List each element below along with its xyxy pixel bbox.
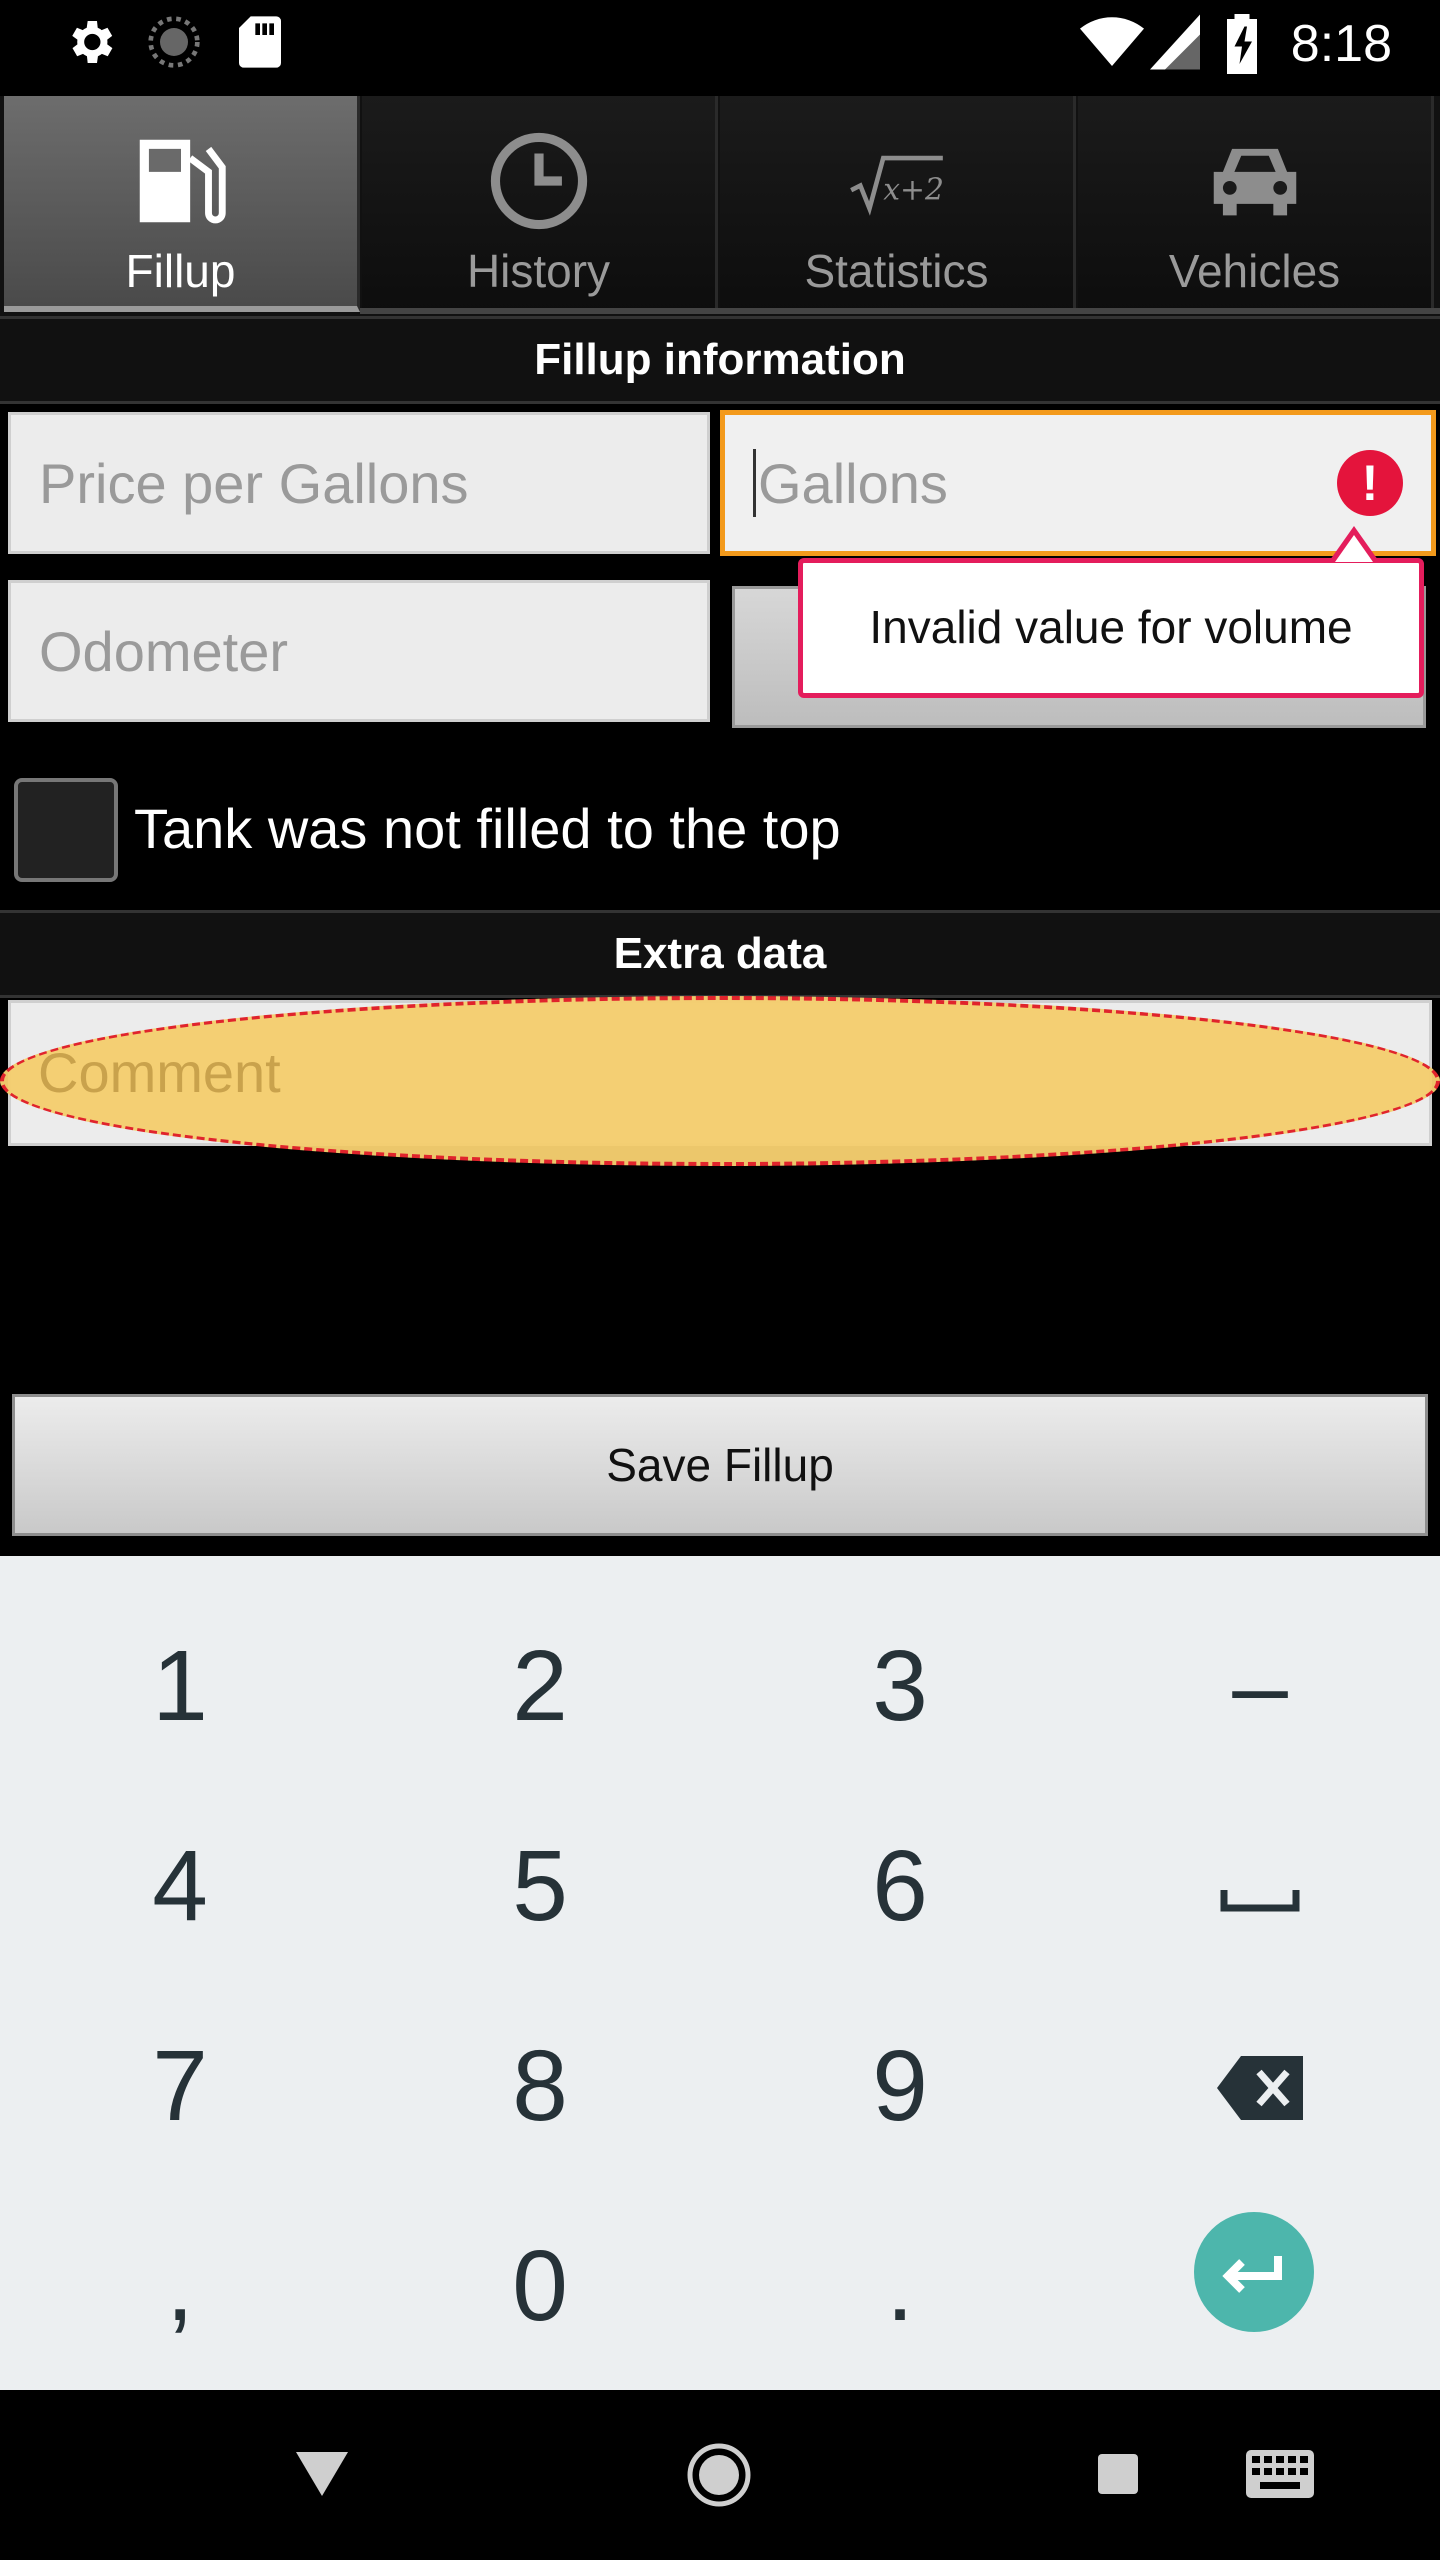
clock-icon (490, 132, 587, 230)
key-1[interactable]: 1 (0, 1586, 360, 1786)
wifi-icon (1080, 17, 1144, 66)
error-icon: ! (1337, 450, 1403, 516)
home-icon[interactable] (686, 2442, 752, 2508)
partial-fill-checkbox[interactable] (14, 778, 118, 882)
key-2[interactable]: 2 (360, 1586, 720, 1786)
error-tooltip: Invalid value for volume (798, 558, 1424, 698)
tab-label: Fillup (125, 245, 236, 297)
key-0[interactable]: 0 (360, 2186, 720, 2386)
section-header-extra: Extra data (0, 910, 1440, 998)
tab-label: History (466, 245, 611, 297)
tab-vehicles[interactable]: Vehicles (1078, 96, 1434, 312)
tab-bar: Fillup History x+2 Statistics Vehicles (0, 96, 1440, 318)
sd-card-icon (239, 16, 281, 68)
key-7[interactable]: 7 (0, 1986, 360, 2186)
tab-label: Vehicles (1168, 245, 1341, 297)
tab-fillup[interactable]: Fillup (4, 96, 360, 312)
key-6[interactable]: 6 (720, 1786, 1080, 1986)
back-icon[interactable] (296, 2452, 348, 2500)
key-comma[interactable]: , (0, 2186, 360, 2386)
price-placeholder: Price per Gallons (39, 451, 469, 515)
tab-statistics[interactable]: x+2 Statistics (720, 96, 1076, 312)
tooltip-arrow-inner (1335, 535, 1373, 562)
price-per-gallon-field[interactable]: Price per Gallons (8, 412, 710, 554)
key-5[interactable]: 5 (360, 1786, 720, 1986)
gallons-placeholder: Gallons (758, 451, 948, 515)
fuel-pump-icon (139, 139, 226, 224)
tab-divider (360, 308, 1440, 314)
backspace-icon (1217, 2056, 1303, 2120)
section-header-fillup: Fillup information (0, 316, 1440, 404)
key-minus[interactable]: – (1080, 1586, 1440, 1786)
svg-text:x+2: x+2 (883, 172, 944, 207)
status-bar: 8:18 (0, 0, 1440, 88)
key-3[interactable]: 3 (720, 1586, 1080, 1786)
clock-time: 8:18 (1290, 15, 1392, 73)
battery-charging-icon (1227, 14, 1257, 74)
signal-icon (1150, 14, 1200, 70)
odometer-placeholder: Odometer (39, 619, 288, 683)
save-fillup-button[interactable]: Save Fillup (12, 1394, 1428, 1536)
space-icon (1220, 1890, 1300, 1912)
enter-key[interactable] (1194, 2212, 1314, 2332)
key-backspace[interactable] (1080, 1986, 1440, 2186)
tab-history[interactable]: History (362, 96, 718, 312)
key-8[interactable]: 8 (360, 1986, 720, 2186)
comment-placeholder: Comment (38, 1041, 281, 1104)
sqrt-formula-icon: x+2 (849, 155, 944, 216)
key-9[interactable]: 9 (720, 1986, 1080, 2186)
text-cursor (753, 449, 756, 517)
sync-icon (148, 16, 200, 68)
key-period[interactable]: . (720, 2186, 1080, 2386)
keyboard-switch-icon[interactable] (1246, 2450, 1314, 2498)
car-icon (1213, 148, 1296, 216)
odometer-field[interactable]: Odometer (8, 580, 710, 722)
key-4[interactable]: 4 (0, 1786, 360, 1986)
tab-label: Statistics (804, 245, 989, 297)
partial-fill-label[interactable]: Tank was not filled to the top (134, 796, 841, 861)
gallons-field[interactable]: Gallons ! (720, 410, 1436, 556)
settings-icon (72, 21, 113, 63)
recents-icon[interactable] (1096, 2452, 1140, 2496)
key-space[interactable] (1080, 1786, 1440, 1986)
enter-icon (1222, 2256, 1282, 2293)
navigation-bar (0, 2392, 1440, 2560)
